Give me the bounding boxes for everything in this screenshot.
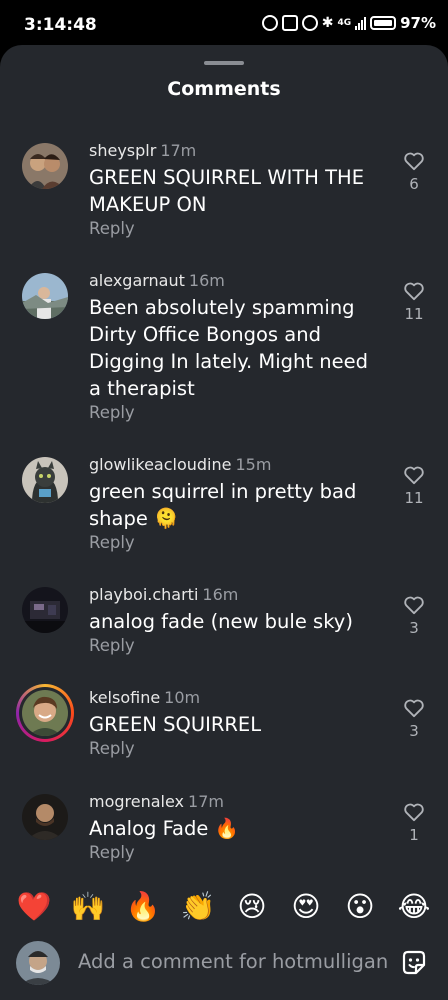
quick-emoji-bar: ❤️ 🙌 🔥 👏 😢 😍 😮 😂 xyxy=(0,888,448,928)
comment-time: 17m xyxy=(160,141,197,160)
bluetooth-icon: ✱ xyxy=(321,15,334,31)
comment-text: Analog Fade 🔥 xyxy=(89,817,239,840)
signal-icon xyxy=(355,16,367,30)
comment-header: sheysplr 17m xyxy=(89,141,196,160)
comment-header: playboi.charti 16m xyxy=(89,585,238,604)
comment-time: 16m xyxy=(202,585,239,604)
comment-username[interactable]: alexgarnaut xyxy=(89,271,185,290)
comment-username[interactable]: mogrenalex xyxy=(89,792,184,811)
emoji-raised-hands[interactable]: 🙌 xyxy=(69,888,107,926)
comment-text: GREEN SQUIRREL WITH THE MAKEUP ON xyxy=(89,166,365,216)
like-count: 11 xyxy=(404,305,424,323)
reply-button[interactable]: Reply xyxy=(89,219,135,238)
reply-button[interactable]: Reply xyxy=(89,403,135,422)
heart-outline-icon xyxy=(404,803,424,822)
emoji-clap[interactable]: 👏 xyxy=(179,888,217,926)
like-count: 3 xyxy=(409,619,419,637)
emoji-laughing[interactable]: 😂 xyxy=(395,888,433,926)
status-icons: ✱ 4G 97% xyxy=(261,14,436,32)
avatar[interactable] xyxy=(22,794,68,840)
avatar[interactable] xyxy=(22,690,68,736)
nfc-icon xyxy=(281,15,298,31)
comment-username[interactable]: kelsofine xyxy=(89,688,160,707)
avatar[interactable] xyxy=(22,273,68,319)
comments-sheet: Comments sheysplr 17m GREEN SQUIRREL WITH… xyxy=(0,45,448,1000)
reply-button[interactable]: Reply xyxy=(89,843,135,862)
reply-button[interactable]: Reply xyxy=(89,739,135,758)
heart-outline-icon xyxy=(404,152,424,171)
comment-username[interactable]: playboi.charti xyxy=(89,585,198,604)
emoji-heart[interactable]: ❤️ xyxy=(15,888,53,926)
heart-outline-icon xyxy=(404,466,424,485)
comment-username[interactable]: glowlikeacloudine xyxy=(89,455,231,474)
comment-time: 17m xyxy=(188,792,224,811)
comment-header: mogrenalex 17m xyxy=(89,792,224,811)
avatar[interactable] xyxy=(22,587,68,633)
comment-header: kelsofine 10m xyxy=(89,688,200,707)
comment-text: green squirrel in pretty bad shape 🫠 xyxy=(89,480,357,530)
comment-input[interactable]: Add a comment for hotmulligan xyxy=(78,950,388,973)
like-button[interactable]: 11 xyxy=(402,281,426,323)
battery-icon xyxy=(370,16,397,30)
comment-time: 16m xyxy=(188,271,225,290)
drag-handle[interactable] xyxy=(204,61,244,65)
status-time: 3:14:48 xyxy=(24,15,97,35)
alarm-icon xyxy=(301,15,318,31)
emoji-crying[interactable]: 😢 xyxy=(233,888,271,926)
reply-button[interactable]: Reply xyxy=(89,533,135,552)
emoji-fire[interactable]: 🔥 xyxy=(124,888,162,926)
like-count: 11 xyxy=(404,489,424,507)
heart-outline-icon xyxy=(404,596,424,615)
like-button[interactable]: 3 xyxy=(402,595,426,637)
reply-button[interactable]: Reply xyxy=(89,636,135,655)
like-count: 1 xyxy=(409,826,419,844)
comment-header: alexgarnaut 16m xyxy=(89,271,225,290)
data-saver-icon xyxy=(261,15,278,31)
avatar[interactable] xyxy=(22,143,68,189)
heart-outline-icon xyxy=(404,282,424,301)
comment-time: 15m xyxy=(235,455,272,474)
comment-text: Been absolutely spamming Dirty Office Bo… xyxy=(89,296,368,400)
status-bar: 3:14:48 ✱ 4G 97% xyxy=(0,0,448,48)
sheet-title: Comments xyxy=(167,78,281,100)
battery-percent: 97% xyxy=(400,14,436,32)
like-button[interactable]: 6 xyxy=(402,151,426,193)
network-type: 4G xyxy=(337,18,352,28)
like-button[interactable]: 1 xyxy=(402,802,426,844)
comment-text: analog fade (new bule sky) xyxy=(89,610,353,633)
avatar[interactable] xyxy=(22,457,68,503)
sticker-icon[interactable] xyxy=(399,948,429,978)
like-button[interactable]: 3 xyxy=(402,698,426,740)
current-user-avatar xyxy=(16,941,60,985)
like-count: 6 xyxy=(409,175,419,193)
comment-composer: Add a comment for hotmulligan xyxy=(0,938,448,988)
heart-outline-icon xyxy=(404,699,424,718)
comment-username[interactable]: sheysplr xyxy=(89,141,156,160)
emoji-surprised[interactable]: 😮 xyxy=(341,888,379,926)
like-count: 3 xyxy=(409,722,419,740)
like-button[interactable]: 11 xyxy=(402,465,426,507)
comment-header: glowlikeacloudine 15m xyxy=(89,455,271,474)
comment-time: 10m xyxy=(164,688,201,707)
emoji-heart-eyes[interactable]: 😍 xyxy=(287,888,325,926)
comment-text: GREEN SQUIRREL xyxy=(89,713,262,736)
